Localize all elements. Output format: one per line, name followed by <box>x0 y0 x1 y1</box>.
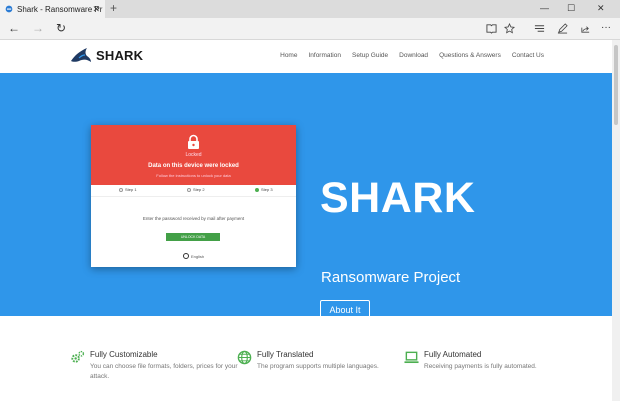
reading-view-icon[interactable] <box>486 23 497 34</box>
globe-icon <box>237 350 252 365</box>
card-message: Enter the password received by mail afte… <box>142 216 245 221</box>
hero-section: Locked Data on this device were locked F… <box>0 73 612 321</box>
menu-questions-answers[interactable]: Questions & Answers <box>439 52 501 59</box>
card-subtitle: Follow the instructions to unlock your d… <box>156 173 231 178</box>
shark-logo-icon <box>71 48 91 62</box>
scrollbar-thumb[interactable] <box>614 45 618 125</box>
feature-desc: The program supports multiple languages. <box>257 363 379 370</box>
language-selector: English <box>91 253 296 259</box>
laptop-icon <box>404 351 419 364</box>
globe-icon <box>182 253 189 259</box>
menu-download[interactable]: Download <box>399 52 428 59</box>
favorite-star-icon[interactable] <box>504 23 515 34</box>
menu-information[interactable]: Information <box>308 52 341 59</box>
menu-contact-us[interactable]: Contact Us <box>512 52 544 59</box>
close-window-button[interactable]: ✕ <box>597 3 605 14</box>
maximize-button[interactable]: ☐ <box>567 3 575 14</box>
hub-icon[interactable] <box>534 23 545 34</box>
minimize-button[interactable]: — <box>540 3 549 13</box>
site-menu: Home Information Setup Guide Download Qu… <box>280 52 544 59</box>
features-section: Fully Customizable You can choose file f… <box>0 316 612 401</box>
feature-desc: Receiving payments is fully automated. <box>424 363 537 370</box>
share-icon[interactable] <box>580 23 591 34</box>
gears-icon <box>71 350 85 363</box>
refresh-button[interactable]: ↻ <box>56 22 66 35</box>
card-header: Locked Data on this device were locked F… <box>91 125 296 185</box>
feature-title: Fully Translated <box>257 350 314 359</box>
unlock-button: UNLOCK DATA <box>166 233 220 241</box>
tab-close-icon[interactable]: ✕ <box>92 4 100 15</box>
card-title: Data on this device were locked <box>148 163 239 169</box>
divider <box>91 196 296 197</box>
web-note-icon[interactable] <box>557 23 568 34</box>
logo-text: SHARK <box>96 47 144 63</box>
step-1: Step 1 <box>119 187 137 192</box>
browser-tab-bar: Shark - Ransomware Pr ✕ + — ☐ ✕ <box>0 0 620 18</box>
back-button[interactable]: ← <box>8 22 20 35</box>
site-header: SHARK Home Information Setup Guide Downl… <box>0 40 612 73</box>
feature-title: Fully Automated <box>424 350 482 359</box>
menu-setup-guide[interactable]: Setup Guide <box>352 52 388 59</box>
hero-subtitle: Ransomware Project <box>321 269 461 286</box>
browser-nav-bar: ← → ↻ ··· <box>0 18 620 40</box>
browser-tab[interactable]: Shark - Ransomware Pr ✕ <box>0 0 105 18</box>
web-page: SHARK Home Information Setup Guide Downl… <box>0 40 612 401</box>
step-3: Step 3 <box>255 187 273 192</box>
lock-icon <box>188 134 199 149</box>
new-tab-button[interactable]: + <box>110 2 117 15</box>
edge-icon <box>5 5 13 13</box>
hero-title: SHARK <box>320 174 476 222</box>
feature-desc: You can choose file formats, folders, pr… <box>90 363 238 380</box>
more-menu-icon[interactable]: ··· <box>601 21 611 34</box>
forward-button[interactable]: → <box>32 22 44 35</box>
site-logo[interactable]: SHARK <box>70 46 143 64</box>
menu-home[interactable]: Home <box>280 52 297 59</box>
feature-title: Fully Customizable <box>90 350 158 359</box>
tab-title: Shark - Ransomware Pr <box>17 4 103 14</box>
locked-screen-preview: Locked Data on this device were locked F… <box>91 125 296 267</box>
step-2: Step 2 <box>187 187 205 192</box>
locked-label: Locked <box>185 152 202 158</box>
